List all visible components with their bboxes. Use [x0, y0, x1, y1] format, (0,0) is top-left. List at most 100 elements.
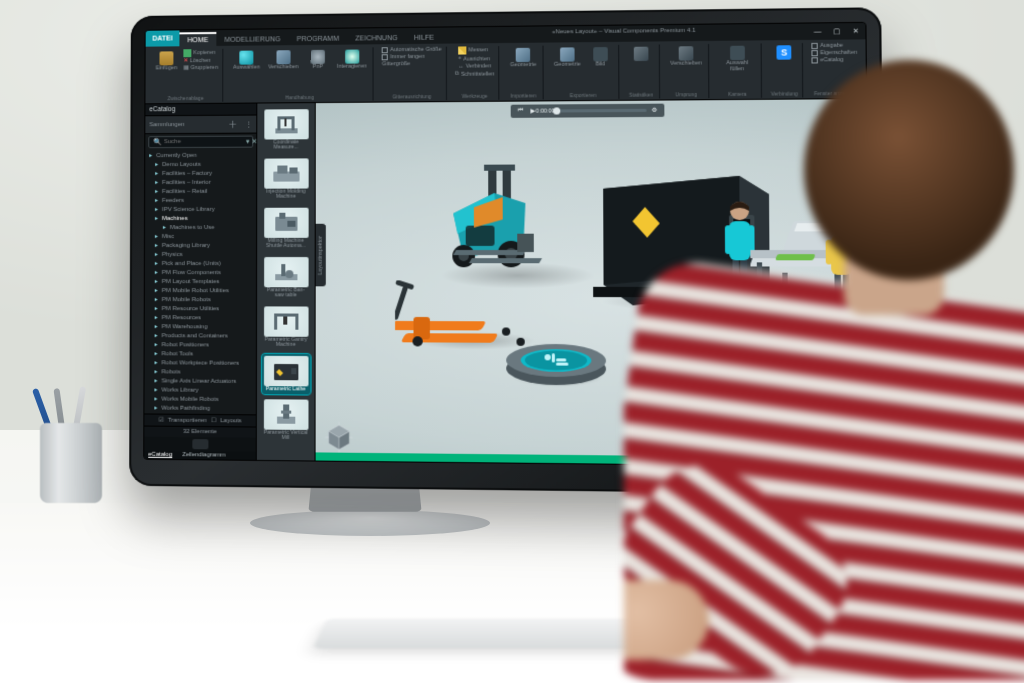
grid-snap-check[interactable]: Immer fangen	[382, 54, 442, 61]
sidetab-cell[interactable]: Zellendiagramm	[182, 452, 225, 459]
show-props-check[interactable]: Eigenschaften	[812, 50, 858, 57]
grid-size-field[interactable]: Gittergröße	[382, 61, 442, 68]
thumb-item[interactable]: Injection Molding Machine	[262, 156, 310, 202]
tree-node[interactable]: ▸Physics	[145, 250, 256, 259]
forklift[interactable]	[423, 152, 599, 295]
window-minimize-button[interactable]: —	[808, 23, 827, 40]
thumb-item[interactable]: Milling Machine Shuttle Automa...	[262, 205, 311, 251]
measure-button[interactable]: Messen	[458, 46, 491, 54]
snap-button[interactable]: ⌖Ausrichten	[458, 55, 491, 62]
chevron-right-icon: ▸	[154, 395, 161, 402]
window-maximize-button[interactable]: ▢	[827, 23, 846, 40]
camera-icon	[730, 46, 745, 60]
chevron-right-icon: ▸	[155, 161, 162, 168]
tab-zeichnung[interactable]: ZEICHNUNG	[347, 30, 406, 45]
pnp-icon	[311, 50, 325, 64]
tab-modellierung[interactable]: MODELLIERUNG	[216, 31, 288, 46]
tree-node[interactable]: ▸Facilities – Retail	[145, 187, 256, 196]
tree-node[interactable]: ▸IPV Science Library	[145, 205, 256, 214]
tree-node[interactable]: ▸PM Mobile Robots	[145, 295, 256, 304]
group-button[interactable]: ▦Gruppieren	[183, 65, 218, 71]
attach-button[interactable]: ↔Verbinden	[458, 63, 491, 69]
image-icon	[593, 47, 608, 61]
tree-node[interactable]: ▸Machines	[145, 214, 256, 223]
show-output-check[interactable]: Ausgabe	[812, 43, 858, 50]
chevron-right-icon: ▸	[155, 206, 162, 213]
hand-icon	[345, 50, 359, 64]
thumb-label: Parametric Gantry Machine	[264, 337, 309, 348]
sidetab-ecatalog[interactable]: eCatalog	[148, 452, 172, 458]
chevron-right-icon: ▸	[155, 287, 162, 294]
tree-node[interactable]: ▸Packaging Library	[145, 241, 256, 250]
catalog-tree[interactable]: ▸Currently Open▸Demo Layouts▸Facilities …	[144, 150, 256, 415]
export-geom-button[interactable]: Geometrie	[552, 45, 583, 70]
thumb-item[interactable]: Parametric Lathe	[261, 353, 310, 394]
tab-home[interactable]: HOME	[179, 32, 216, 46]
tree-node[interactable]: ▸PM Flow Components	[145, 268, 256, 277]
select-button[interactable]: Auswählen	[231, 48, 262, 73]
interfaces-button[interactable]: ⧉Schnittstellen	[455, 70, 495, 77]
pnp-button[interactable]: PnP	[305, 48, 331, 73]
sim-reset-button[interactable]: ⏮	[516, 107, 525, 116]
floor-puck[interactable]	[502, 334, 610, 388]
chart-icon	[634, 47, 649, 61]
tree-node[interactable]: ▸PM Mobile Robot Utilities	[145, 286, 256, 295]
tree-node[interactable]: ▸Pick and Place (Units)	[145, 259, 256, 268]
export-image-button[interactable]: Bild	[587, 45, 614, 70]
move-button[interactable]: Verschieben	[266, 48, 301, 73]
add-collection-button[interactable]: ＋	[228, 118, 237, 131]
tree-node[interactable]: ▸Facilities – Interior	[145, 178, 256, 187]
thumb-item[interactable]: Parametric Vertical Mill	[261, 397, 310, 444]
tree-node[interactable]: ▸PM Resource Utilities	[145, 304, 256, 313]
link-icon: ↔	[458, 64, 464, 70]
thumb-preview	[264, 109, 308, 139]
chevron-right-icon: ▸	[154, 404, 161, 411]
nav-cube[interactable]	[322, 420, 357, 455]
ecatalog-panel: eCatalog Sammlungen ＋ ⋮ 🔍 ▾ ✕ ▸Curre	[144, 104, 257, 460]
ifaces-icon: ⧉	[455, 71, 459, 78]
tree-node[interactable]: ▸Misc	[145, 232, 256, 241]
thumb-label: Injection Molding Machine	[264, 189, 308, 200]
thumb-item[interactable]: Parametric Gantry Machine	[261, 304, 310, 351]
tree-node[interactable]: ▸PM Layout Templates	[145, 277, 256, 286]
delete-button[interactable]: ✕Löschen	[183, 58, 218, 64]
layout-inspector-tab[interactable]: Layoutinspektor	[316, 224, 326, 287]
window-close-button[interactable]: ✕	[846, 23, 865, 40]
layouts-group-check[interactable]: ☐	[211, 417, 216, 424]
tree-node[interactable]: ▸PM Warehousing	[145, 322, 256, 331]
copy-button[interactable]: Kopieren	[183, 49, 218, 57]
chevron-right-icon: ▸	[155, 233, 162, 240]
import-geom-button[interactable]: Geometrie	[508, 46, 539, 71]
chevron-right-icon: ▸	[155, 359, 162, 366]
thumb-label: Milling Machine Shuttle Automa...	[264, 239, 308, 250]
transport-group-check[interactable]: ☑	[159, 417, 164, 424]
copy-icon	[183, 49, 191, 57]
tree-node[interactable]: ▸Currently Open	[145, 151, 256, 161]
tree-node[interactable]: ▸PM Resources	[145, 313, 256, 322]
interact-button[interactable]: Interagieren	[335, 47, 369, 72]
paste-button[interactable]: Einfügen	[153, 49, 179, 74]
chevron-right-icon: ▸	[155, 188, 162, 195]
chevron-right-icon: ▸	[155, 260, 162, 267]
ribbon-group-export: Geometrie Bild Exportieren	[548, 45, 619, 99]
grid-auto-check[interactable]: Automatische Größe	[382, 47, 442, 54]
person	[624, 60, 1024, 680]
tree-node[interactable]: ▸Products and Containers	[145, 331, 256, 341]
thumb-item[interactable]: Coordinate Measure...	[262, 107, 310, 153]
tree-node[interactable]: ▸Facilities – Factory	[145, 169, 256, 178]
search-clear-button[interactable]: ▾	[246, 138, 250, 146]
thumb-item[interactable]: Parametric Ban-saw table	[262, 255, 311, 301]
thumb-preview	[264, 257, 308, 287]
search-input[interactable]	[162, 138, 244, 146]
collections-menu-icon[interactable]: ⋮	[245, 120, 252, 128]
chevron-right-icon: ▸	[155, 242, 162, 249]
cursor-icon	[240, 51, 254, 65]
tab-programm[interactable]: PROGRAMM	[289, 31, 348, 46]
s-icon: S	[777, 45, 792, 59]
tree-node[interactable]: ▸Feeders	[145, 196, 256, 205]
tree-node[interactable]: ▸Demo Layouts	[145, 160, 256, 169]
tree-node[interactable]: ▸Machines to Use	[145, 223, 256, 232]
file-menu-button[interactable]: DATEI	[146, 30, 180, 46]
view-toggle-button[interactable]	[192, 439, 208, 449]
tab-hilfe[interactable]: HILFE	[406, 30, 443, 44]
